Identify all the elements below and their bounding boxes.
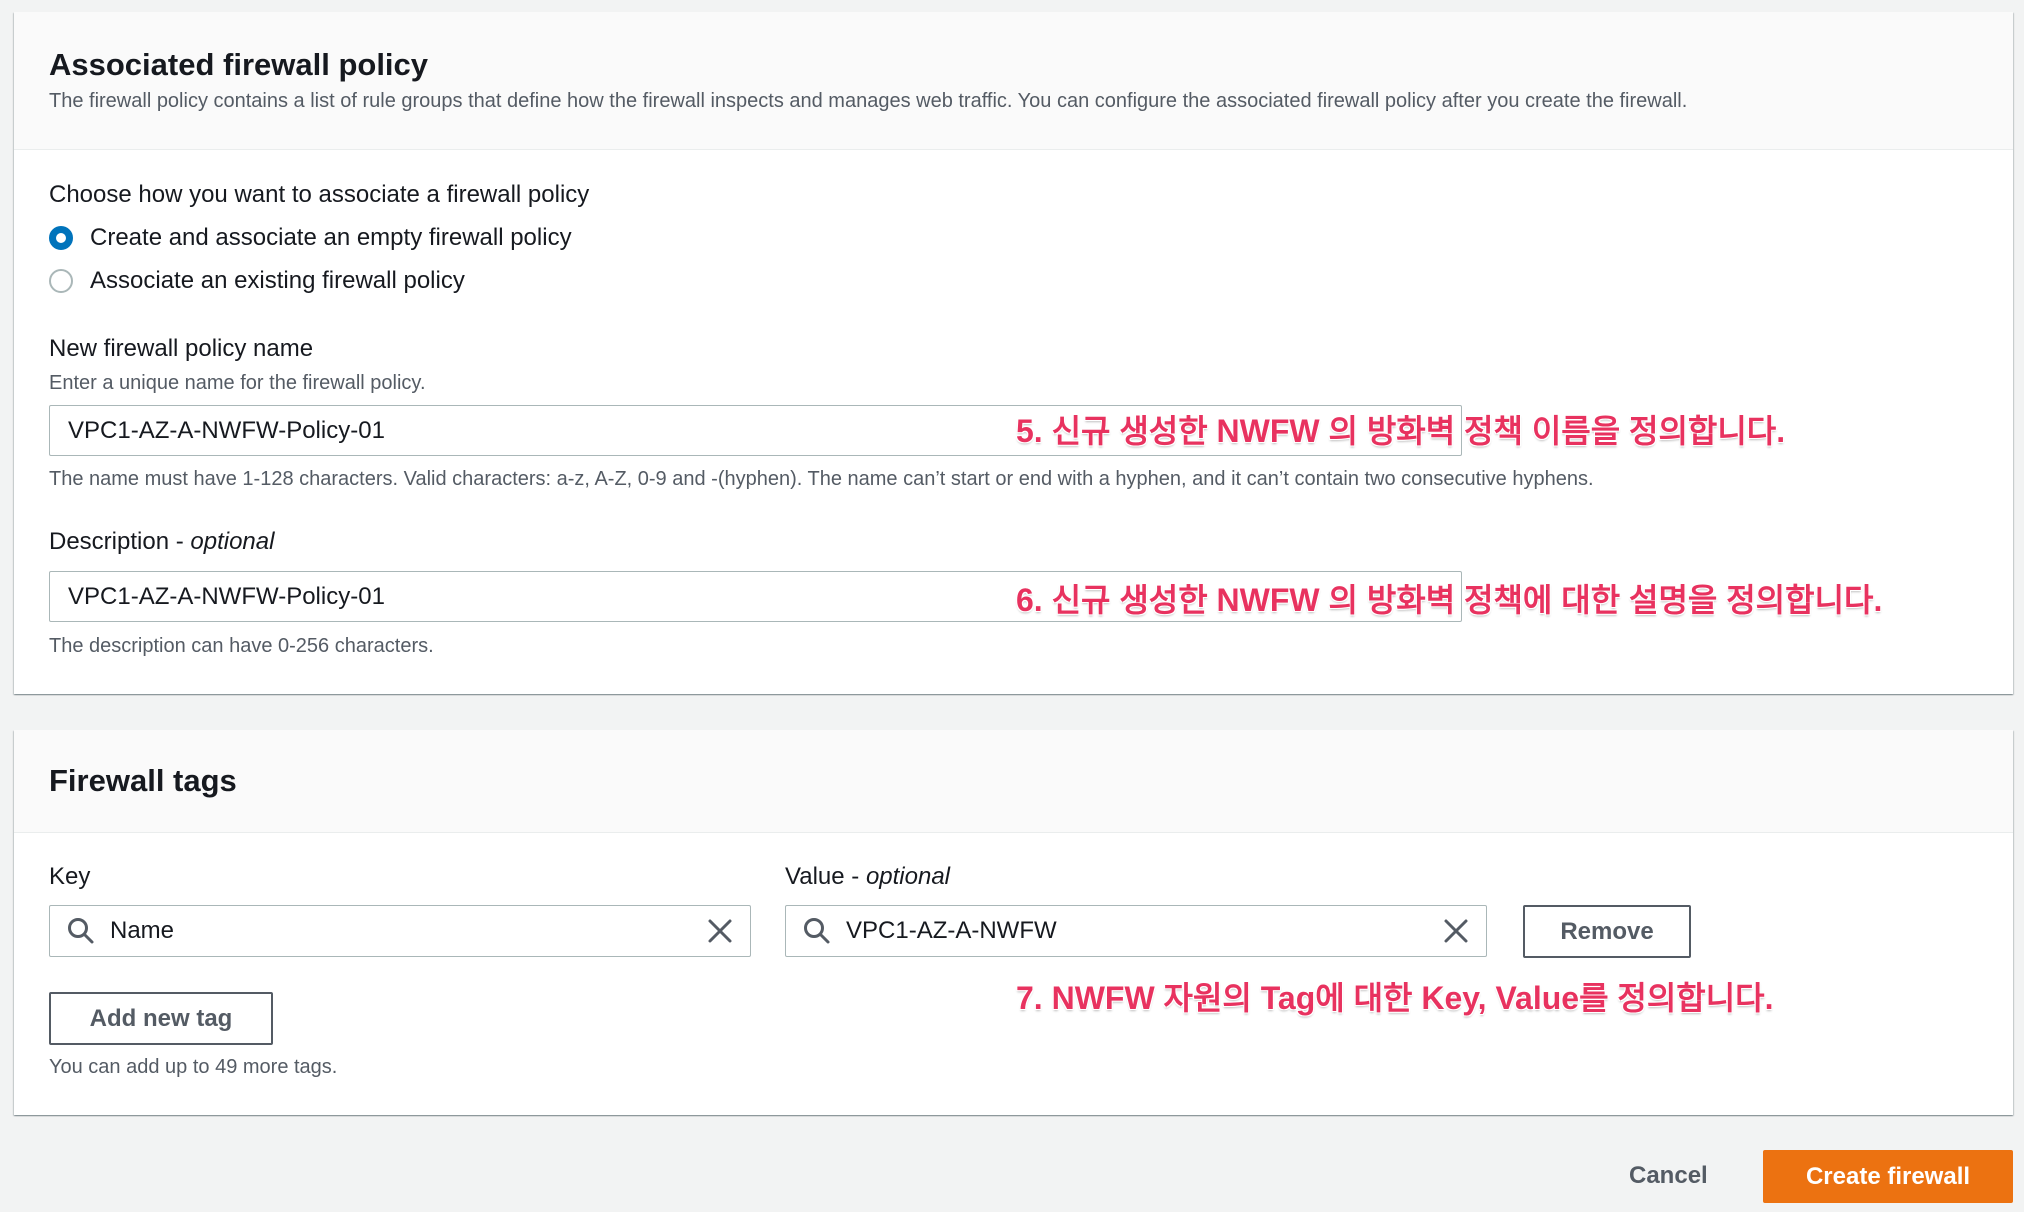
add-new-tag-button[interactable]: Add new tag [49, 992, 273, 1045]
tag-key-label: Key [49, 863, 91, 890]
policy-name-hint: Enter a unique name for the firewall pol… [49, 372, 426, 394]
description-constraint: The description can have 0-256 character… [49, 635, 434, 657]
radio-create-empty-policy[interactable]: Create and associate an empty firewall p… [49, 222, 572, 254]
tag-value-label: Value - optional [785, 862, 950, 892]
tag-value-input[interactable]: VPC1-AZ-A-NWFW [785, 905, 1487, 957]
radio-label: Create and associate an empty firewall p… [90, 224, 572, 251]
annotation-step7: 7. NWFW 자원의 Tag에 대한 Key, Value를 정의합니다. [1016, 980, 1774, 1016]
policy-name-label: New firewall policy name [49, 335, 314, 362]
description-label: Description - optional [49, 527, 274, 557]
add-tag-hint: You can add up to 49 more tags. [49, 1056, 338, 1078]
radio-label: Associate an existing firewall policy [90, 267, 465, 294]
tags-panel-header: Firewall tags [14, 730, 2013, 833]
remove-tag-button[interactable]: Remove [1523, 905, 1691, 958]
tag-value-value: VPC1-AZ-A-NWFW [846, 917, 1057, 944]
policy-panel-title: Associated firewall policy [49, 47, 429, 82]
clear-icon[interactable] [1442, 917, 1470, 945]
optional-text: optional [190, 528, 275, 555]
create-firewall-button[interactable]: Create firewall [1763, 1150, 2013, 1203]
tag-key-input[interactable]: Name [49, 905, 751, 957]
clear-icon[interactable] [706, 917, 734, 945]
firewall-tags-panel: Firewall tags Key Value - optional Name … [14, 730, 2013, 1115]
annotation-step5: 5. 신규 생성한 NWFW 의 방화벽 정책 이름을 정의합니다. [1016, 413, 1786, 449]
policy-panel-description: The firewall policy contains a list of r… [49, 90, 1688, 112]
cancel-button[interactable]: Cancel [1629, 1162, 1708, 1190]
search-icon [68, 918, 94, 944]
policy-panel-header: Associated firewall policy The firewall … [14, 12, 2013, 150]
radio-button-selected[interactable] [49, 226, 73, 250]
optional-text: optional [865, 863, 951, 890]
choose-policy-label: Choose how you want to associate a firew… [49, 181, 590, 208]
tag-value-label-text: Value - [785, 863, 866, 890]
radio-associate-existing-policy[interactable]: Associate an existing firewall policy [49, 265, 465, 297]
tag-key-value: Name [110, 917, 175, 944]
search-icon [804, 918, 830, 944]
radio-button[interactable] [49, 269, 73, 293]
annotation-step6: 6. 신규 생성한 NWFW 의 방화벽 정책에 대한 설명을 정의합니다. [1016, 582, 1883, 618]
tags-panel-title: Firewall tags [49, 763, 237, 798]
policy-name-constraint: The name must have 1-128 characters. Val… [49, 468, 1594, 490]
description-label-text: Description - [49, 528, 191, 555]
